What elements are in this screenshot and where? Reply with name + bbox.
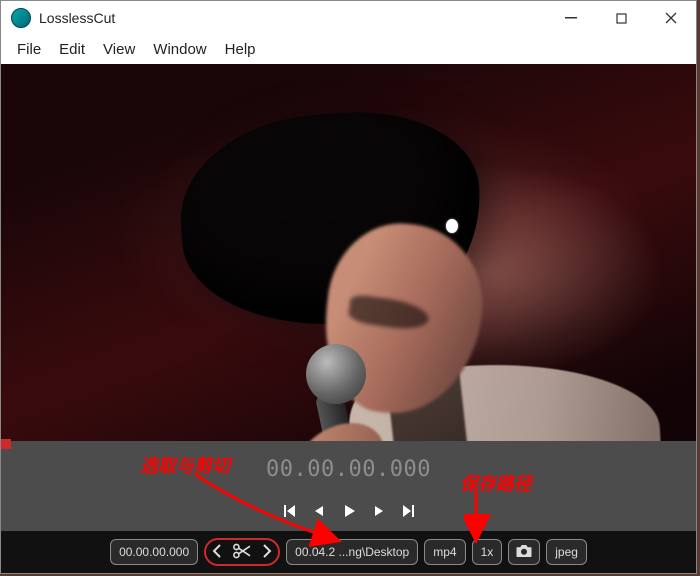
capture-format-value: jpeg <box>555 545 578 559</box>
scissors-icon[interactable] <box>232 543 252 562</box>
output-path-value: 00.04.2 ...ng\Desktop <box>295 545 409 559</box>
menubar: File Edit View Window Help <box>1 35 696 64</box>
snapshot-button[interactable] <box>508 539 540 565</box>
skip-start-button[interactable] <box>281 503 297 519</box>
skip-end-button[interactable] <box>401 503 417 519</box>
speed-value: 1x <box>481 545 494 559</box>
bottom-panel: 00.00.00.000 00.00.00.000 <box>1 441 696 573</box>
cut-range-back-icon[interactable] <box>212 544 222 561</box>
maximize-button[interactable] <box>596 3 646 33</box>
minimize-button[interactable] <box>546 3 596 33</box>
close-button[interactable] <box>646 3 696 33</box>
start-time-value: 00.00.00.000 <box>119 545 189 559</box>
app-title: LosslessCut <box>39 10 115 26</box>
video-preview[interactable] <box>1 64 696 441</box>
timeline-marker[interactable] <box>1 441 696 447</box>
capture-format-chip[interactable]: jpeg <box>546 539 587 565</box>
menu-view[interactable]: View <box>103 41 135 58</box>
start-time-chip[interactable]: 00.00.00.000 <box>110 539 198 565</box>
footer-toolbar: 00.00.00.000 00.04.2 ...n <box>1 531 696 573</box>
step-back-button[interactable] <box>311 503 327 519</box>
playback-controls <box>1 491 696 531</box>
camera-icon <box>515 544 533 561</box>
output-path-chip[interactable]: 00.04.2 ...ng\Desktop <box>286 539 418 565</box>
app-icon <box>11 8 31 28</box>
format-chip[interactable]: mp4 <box>424 539 465 565</box>
titlebar: LosslessCut <box>1 1 696 35</box>
cut-controls <box>204 538 280 566</box>
menu-edit[interactable]: Edit <box>59 41 85 58</box>
timecode-display: 00.00.00.000 <box>1 447 696 491</box>
step-forward-button[interactable] <box>371 503 387 519</box>
current-time-label: 00.00.00.000 <box>266 457 431 482</box>
menu-help[interactable]: Help <box>225 41 256 58</box>
speed-chip[interactable]: 1x <box>472 539 503 565</box>
format-value: mp4 <box>433 545 456 559</box>
app-window: LosslessCut File Edit View Window Help <box>0 0 697 574</box>
menu-window[interactable]: Window <box>153 41 206 58</box>
cut-range-forward-icon[interactable] <box>262 544 272 561</box>
menu-file[interactable]: File <box>17 41 41 58</box>
play-button[interactable] <box>341 503 357 519</box>
